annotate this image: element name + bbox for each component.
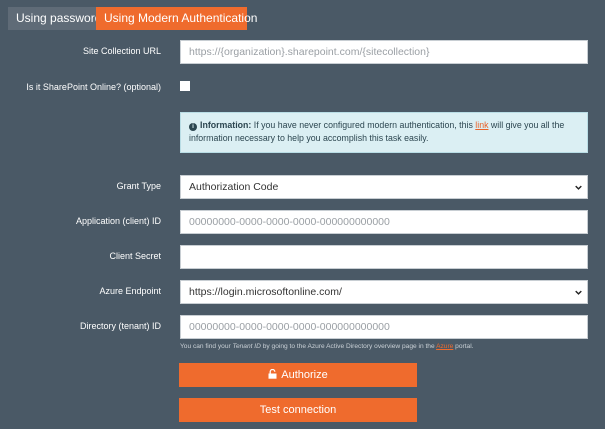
hint-text-middle: by going to the Azure Active Directory o… xyxy=(260,343,437,350)
info-icon: i xyxy=(189,123,197,131)
azure-endpoint-select[interactable]: https://login.microsoftonline.com/ xyxy=(180,280,588,304)
hint-tenant-id: Tenant ID xyxy=(232,343,261,350)
grant-type-select[interactable]: Authorization Code xyxy=(180,175,588,199)
hint-text-after: portal. xyxy=(453,343,474,350)
client-secret-label: Client Secret xyxy=(109,251,161,261)
azure-endpoint-value: https://login.microsoftonline.com/ xyxy=(189,286,342,298)
tenant-id-input[interactable]: 00000000-0000-0000-0000-000000000000 xyxy=(180,315,588,339)
chevron-down-icon xyxy=(575,185,582,190)
information-box: i Information: If you have never configur… xyxy=(180,112,588,153)
client-id-label: Application (client) ID xyxy=(75,216,161,226)
test-connection-button[interactable]: Test connection xyxy=(179,398,417,422)
chevron-down-icon xyxy=(575,290,582,295)
info-text-before: If you have never configured modern auth… xyxy=(251,120,476,130)
auth-tabs: Using password Using Modern Authenticati… xyxy=(8,7,257,30)
tab-using-modern-authentication[interactable]: Using Modern Authentication xyxy=(96,7,257,30)
test-connection-label: Test connection xyxy=(259,404,337,416)
client-id-input[interactable]: 00000000-0000-0000-0000-000000000000 xyxy=(180,210,588,234)
info-link[interactable]: link xyxy=(475,120,488,130)
authorize-label: Authorize xyxy=(281,369,328,381)
client-secret-input[interactable] xyxy=(180,245,588,269)
tenant-id-label: Directory (tenant) ID xyxy=(79,321,161,331)
azure-endpoint-label: Azure Endpoint xyxy=(99,286,161,296)
info-title: Information: xyxy=(200,120,252,130)
azure-portal-link[interactable]: Azure xyxy=(436,343,453,350)
unlock-icon xyxy=(268,368,277,379)
tab-using-password[interactable]: Using password xyxy=(8,7,101,30)
sharepoint-online-checkbox[interactable] xyxy=(180,81,190,91)
grant-type-label: Grant Type xyxy=(116,181,161,191)
site-url-input[interactable]: https://{organization}.sharepoint.com/{s… xyxy=(180,40,588,64)
grant-type-value: Authorization Code xyxy=(189,181,279,193)
tenant-id-hint: You can find your Tenant ID by going to … xyxy=(180,343,474,350)
sharepoint-online-label: Is it SharePoint Online? (optional) xyxy=(26,82,161,92)
authorize-button[interactable]: Authorize xyxy=(179,363,417,387)
site-url-label: Site Collection URL xyxy=(82,46,161,56)
hint-text-before: You can find your xyxy=(180,343,233,350)
